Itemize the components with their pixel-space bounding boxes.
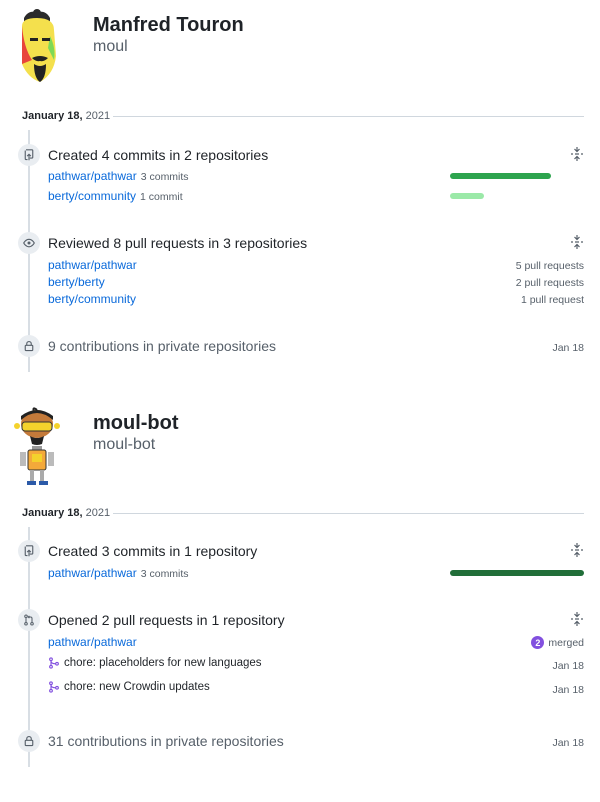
repo-link[interactable]: pathwar/pathwar xyxy=(48,258,137,272)
commit-count: 1 commit xyxy=(140,191,183,203)
profile-name[interactable]: Manfred Touron xyxy=(93,14,244,37)
divider xyxy=(113,116,584,117)
review-count: 2 pull requests xyxy=(515,277,584,289)
lock-icon xyxy=(18,335,40,357)
divider xyxy=(113,513,584,514)
fold-icon[interactable] xyxy=(571,612,583,626)
lock-icon xyxy=(18,730,40,752)
private-summary: 9 contributions in private repositories xyxy=(48,338,277,354)
repo-link[interactable]: berty/community 1 commit xyxy=(48,189,183,203)
repo-link[interactable]: berty/berty xyxy=(48,275,105,289)
list-item[interactable]: chore: placeholders for new languages xyxy=(48,657,262,669)
profile-login[interactable]: moul-bot xyxy=(93,436,155,454)
date-year: 2021 xyxy=(85,507,111,519)
repo-link[interactable]: berty/community xyxy=(48,292,136,306)
fold-icon[interactable] xyxy=(571,235,583,249)
private-summary: 31 contributions in private repositories xyxy=(48,733,284,749)
repo-name[interactable]: pathwar/pathwar xyxy=(48,169,137,183)
commits-summary: Created 4 commits in 2 repositories xyxy=(48,147,269,163)
commit-count: 3 commits xyxy=(140,568,189,580)
git-merge-icon xyxy=(49,657,59,669)
commit-bar xyxy=(450,173,551,179)
commit-count: 3 commits xyxy=(140,171,189,183)
commit-bar xyxy=(450,193,484,199)
review-count: 5 pull requests xyxy=(515,260,584,272)
private-date: Jan 18 xyxy=(552,737,584,749)
repo-name[interactable]: berty/community xyxy=(48,189,136,203)
date-header: January 18, 2021 xyxy=(22,110,584,124)
fold-icon[interactable] xyxy=(571,543,583,557)
private-date: Jan 18 xyxy=(552,342,584,354)
date-day: January 18, xyxy=(22,110,83,122)
commit-bar xyxy=(450,570,584,576)
list-item[interactable]: chore: new Crowdin updates xyxy=(48,681,210,693)
repo-link[interactable]: pathwar/pathwar 3 commits xyxy=(48,169,189,183)
date-header: January 18, 2021 xyxy=(22,507,584,521)
avatar[interactable] xyxy=(10,8,64,88)
repo-name[interactable]: pathwar/pathwar xyxy=(48,566,137,580)
repo-link[interactable]: pathwar/pathwar xyxy=(48,635,137,649)
merged-status: 2 merged xyxy=(531,636,584,649)
eye-icon xyxy=(18,232,40,254)
profile-name[interactable]: moul-bot xyxy=(93,412,179,435)
repo-link[interactable]: pathwar/pathwar 3 commits xyxy=(48,566,189,580)
fold-icon[interactable] xyxy=(571,147,583,161)
pr-title[interactable]: chore: new Crowdin updates xyxy=(64,681,210,693)
date-year: 2021 xyxy=(85,110,111,122)
pulls-summary: Opened 2 pull requests in 1 repository xyxy=(48,612,285,628)
review-count: 1 pull request xyxy=(520,294,584,306)
pr-title[interactable]: chore: placeholders for new languages xyxy=(64,657,262,669)
pr-date: Jan 18 xyxy=(552,684,584,696)
merged-count-badge: 2 xyxy=(531,636,545,649)
git-pull-request-icon xyxy=(18,609,40,631)
date-day: January 18, xyxy=(22,507,83,519)
repo-push-icon xyxy=(18,540,40,562)
reviews-summary: Reviewed 8 pull requests in 3 repositori… xyxy=(48,235,308,251)
date-label: January 18, 2021 xyxy=(22,507,110,519)
repo-push-icon xyxy=(18,144,40,166)
git-merge-icon xyxy=(49,681,59,693)
avatar[interactable] xyxy=(10,406,64,486)
pr-date: Jan 18 xyxy=(552,660,584,672)
merged-label: merged xyxy=(548,636,584,649)
date-label: January 18, 2021 xyxy=(22,110,110,122)
profile-login[interactable]: moul xyxy=(93,38,128,56)
commits-summary: Created 3 commits in 1 repository xyxy=(48,543,258,559)
